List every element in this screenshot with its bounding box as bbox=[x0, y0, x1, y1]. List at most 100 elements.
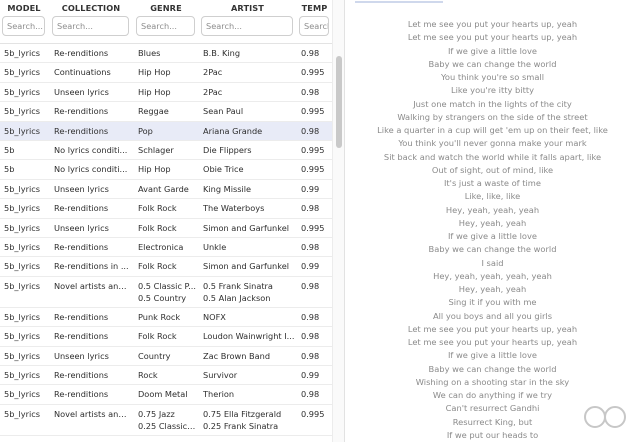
lyric-line: Let me see you put your hearts up, yeah bbox=[407, 323, 578, 334]
cell-line: Hip Hop bbox=[138, 164, 171, 175]
cell-line: Punk Rock bbox=[138, 311, 181, 322]
cell-genre: Country bbox=[138, 347, 197, 362]
cell-collection: Re-renditions in ... bbox=[54, 261, 129, 272]
cell-collection: Re-renditions bbox=[54, 311, 109, 322]
lyric-line: Let me see you put your hearts up, yeah bbox=[407, 19, 578, 29]
lyric-line: Hey, yeah, yeah, yeah, yeah bbox=[433, 270, 552, 281]
cell-genre: Punk Rock bbox=[138, 308, 197, 323]
cell-collection: No lyrics conditi... bbox=[54, 145, 128, 155]
cell-temp: 0.98 bbox=[301, 311, 320, 322]
cell-artist: Therion bbox=[203, 385, 295, 400]
cell-model: 5b bbox=[4, 164, 15, 175]
search-input-artist[interactable] bbox=[201, 16, 293, 36]
cell-artist: Loudon Wainwright I... bbox=[203, 327, 295, 342]
lyric-line: Walking by strangers on the side of the … bbox=[397, 111, 588, 122]
cell-line: Zac Brown Band bbox=[203, 350, 271, 361]
cell-genre: Avant Garde bbox=[138, 180, 197, 195]
search-input-temp[interactable] bbox=[299, 16, 329, 36]
cell-line: 2Pac bbox=[203, 67, 223, 78]
column-label-collection[interactable]: COLLECTION bbox=[50, 3, 132, 13]
table-row[interactable]: 5b_lyrics Re-renditions Electronica Unkle 0.… bbox=[0, 238, 332, 258]
cell-genre: Folk Rock bbox=[138, 199, 197, 214]
cell-artist: Obie Trice bbox=[203, 160, 295, 175]
lyric-line: Hey, yeah, yeah, yeah bbox=[445, 204, 540, 215]
lyric-line: Like you're itty bitty bbox=[450, 85, 535, 96]
table-row[interactable]: 5b No lyrics conditi... Schlager Die Flippe… bbox=[0, 141, 332, 161]
header-temp: TEMP bbox=[297, 0, 332, 44]
cell-line: Hip Hop bbox=[138, 67, 171, 78]
cell-line: Simon and Garfunkel bbox=[203, 222, 290, 233]
lyric-line: Let me see you put your hearts up, yeah bbox=[407, 337, 578, 347]
cell-collection: Unseen lyrics bbox=[54, 183, 109, 194]
cell-artist: King Missile bbox=[203, 180, 295, 195]
header-model: MODEL bbox=[0, 0, 48, 44]
table-row[interactable]: 5b_lyrics Re-renditions in ... Folk Rock Si… bbox=[0, 257, 332, 277]
search-input-collection[interactable] bbox=[52, 16, 129, 36]
table-row[interactable]: 5b_lyrics Re-renditions Blues B.B. King 0.98 bbox=[0, 44, 332, 64]
lyric-line: Like a quarter in a cup will get 'em up … bbox=[377, 125, 608, 135]
cell-genre: Rock bbox=[138, 366, 197, 381]
column-label-genre[interactable]: GENRE bbox=[134, 3, 198, 13]
lyric-line: You think you're so small bbox=[440, 72, 545, 82]
scrollbar-thumb[interactable] bbox=[336, 56, 342, 148]
cell-line: The Waterboys bbox=[203, 203, 265, 214]
cell-line: 2Pac bbox=[203, 86, 223, 97]
cell-collection: Novel artists and... bbox=[54, 280, 131, 291]
cell-temp: 0.98 bbox=[301, 125, 320, 136]
cell-genre: Electronica bbox=[138, 238, 197, 253]
cell-model: 5b_lyrics bbox=[4, 408, 41, 419]
table-row[interactable]: 5b_lyrics Re-renditions Pop Ariana Grande 0.… bbox=[0, 121, 332, 141]
column-label-model[interactable]: MODEL bbox=[0, 3, 48, 13]
column-label-temp[interactable]: TEMP bbox=[297, 3, 332, 13]
cell-line: Avant Garde bbox=[138, 183, 189, 194]
cell-artist: Ariana Grande bbox=[203, 122, 295, 137]
table-row[interactable]: 5b_lyrics Re-renditions Punk Rock NOFX 0.98 bbox=[0, 308, 332, 328]
table-row[interactable]: 5b_lyrics Re-renditions Reggae Sean Paul 0.9… bbox=[0, 102, 332, 122]
lyric-line: Wishing on a shooting star in the sky bbox=[415, 376, 570, 387]
table-row[interactable]: 5b_lyrics Unseen lyrics Country Zac Brown B… bbox=[0, 347, 332, 366]
table-scrollbar[interactable] bbox=[332, 0, 344, 442]
table-row[interactable]: 5b_lyrics Unseen lyrics Folk Rock Simon and… bbox=[0, 219, 332, 238]
cell-line: Die Flippers bbox=[203, 145, 252, 155]
cell-collection: Unseen lyrics bbox=[54, 350, 109, 361]
cell-line: Electronica bbox=[138, 242, 184, 252]
table-row[interactable]: 5b_lyrics Re-renditions Doom Metal Therion 0… bbox=[0, 385, 332, 405]
cell-collection: Re-renditions bbox=[54, 203, 109, 214]
cell-temp: 0.995 bbox=[301, 106, 325, 117]
lyric-line: We can do anything if we try bbox=[432, 390, 553, 400]
cell-temp: 0.995 bbox=[301, 222, 325, 233]
table-row[interactable]: 5b No lyrics conditi... Hip Hop Obie Trice 0… bbox=[0, 160, 332, 180]
cell-line: 0.25 Frank Sinatra bbox=[203, 420, 279, 431]
table-row[interactable]: 5b_lyrics Novel artists and... 0.5 Classic… bbox=[0, 277, 332, 308]
cell-collection: Unseen lyrics bbox=[54, 86, 109, 97]
lyric-line: You think you'll never gonna make your m… bbox=[398, 138, 587, 149]
cell-genre: Schlager bbox=[138, 141, 197, 156]
cell-line: King Missile bbox=[203, 183, 252, 194]
cell-temp: 0.98 bbox=[301, 203, 320, 214]
cell-line: Rock bbox=[138, 370, 158, 380]
table-row[interactable]: 5b_lyrics Re-renditions Rock Survivor 0.99 bbox=[0, 366, 332, 386]
table-row[interactable]: 5b_lyrics Novel artists and... 0.75 Jazz 0.… bbox=[0, 405, 332, 436]
lyric-line: Like, like, like bbox=[464, 191, 521, 202]
cell-temp: 0.98 bbox=[301, 86, 320, 97]
table-row[interactable]: 5b_lyrics Re-renditions Folk Rock The Water… bbox=[0, 199, 332, 219]
lyric-line: Baby we can change the world bbox=[428, 363, 557, 374]
lyric-line: If we give a little love bbox=[447, 45, 538, 56]
table-row[interactable]: 5b_lyrics Unseen lyrics Hip Hop 2Pac 0.98 bbox=[0, 83, 332, 103]
cell-line: Survivor bbox=[203, 370, 238, 380]
lyrics-top-rule bbox=[355, 0, 443, 3]
column-label-artist[interactable]: ARTIST bbox=[199, 3, 296, 13]
cell-line: Reggae bbox=[138, 106, 169, 117]
cell-line: Therion bbox=[203, 389, 235, 400]
cell-temp: 0.98 bbox=[301, 331, 320, 342]
lyric-line: Sing it if you with me bbox=[448, 297, 537, 308]
cell-line: Sean Paul bbox=[203, 106, 244, 117]
table-row[interactable]: 5b_lyrics Continuations Hip Hop 2Pac 0.995 bbox=[0, 63, 332, 83]
table-row[interactable]: 5b_lyrics Unseen lyrics Avant Garde King Mi… bbox=[0, 180, 332, 200]
lyric-line: Baby we can change the world bbox=[428, 244, 557, 255]
table-row[interactable]: 5b_lyrics Re-renditions Folk Rock Loudon Wa… bbox=[0, 327, 332, 347]
search-input-model[interactable] bbox=[2, 16, 45, 36]
search-input-genre[interactable] bbox=[136, 16, 195, 36]
cell-model: 5b_lyrics bbox=[4, 67, 41, 78]
cell-model: 5b_lyrics bbox=[4, 389, 41, 400]
